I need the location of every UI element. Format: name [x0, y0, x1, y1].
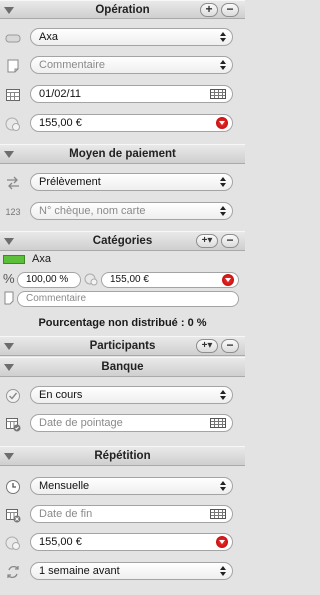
comment-icon	[5, 58, 21, 74]
payee-icon	[5, 30, 21, 46]
operation-header[interactable]: Opération + −	[0, 0, 245, 19]
categories-header[interactable]: Catégories +▾ −	[0, 231, 245, 251]
popup-arrows-icon	[220, 205, 226, 217]
check-date-field[interactable]: Date de pointage	[30, 414, 233, 432]
popup-arrows-icon	[220, 389, 226, 401]
category-amount-icon	[84, 272, 98, 286]
add-participant-menu-button[interactable]: +▾	[196, 339, 218, 353]
reminder-value: 1 semaine avant	[39, 565, 120, 577]
date-picker-icon[interactable]	[210, 418, 226, 428]
popup-arrows-icon	[220, 480, 226, 492]
popup-arrows-icon	[220, 176, 226, 188]
category-comment-placeholder: Commentaire	[26, 293, 87, 304]
date-value: 01/02/11	[39, 88, 82, 100]
amount-icon	[5, 535, 21, 551]
amount-value: 155,00 €	[39, 117, 82, 129]
repeat-amount-value: 155,00 €	[39, 536, 82, 548]
check-number-combo[interactable]: N° chèque, nom carte	[30, 202, 233, 220]
repeat-amount-field[interactable]: 155,00 €	[30, 533, 233, 551]
payment-header[interactable]: Moyen de paiement	[0, 144, 245, 164]
participants-header[interactable]: Participants +▾ −	[0, 336, 245, 356]
comment-placeholder: Commentaire	[39, 59, 106, 71]
number-123-icon: 123	[5, 207, 21, 217]
comment-combo[interactable]: Commentaire	[30, 56, 233, 74]
repeat-frequency-value: Mensuelle	[39, 480, 90, 492]
amount-field[interactable]: 155,00 €	[30, 114, 233, 132]
payment-method-popup[interactable]: Prélèvement	[30, 173, 233, 191]
add-category-menu-button[interactable]: +▾	[196, 234, 218, 248]
date-field[interactable]: 01/02/11	[30, 85, 233, 103]
amount-icon	[5, 116, 21, 132]
remove-participant-button[interactable]: −	[221, 339, 239, 353]
end-date-field[interactable]: Date de fin	[30, 505, 233, 523]
bank-status-popup[interactable]: En cours	[30, 386, 233, 404]
clock-icon	[5, 479, 21, 495]
transfer-arrows-icon	[5, 175, 21, 191]
bank-title: Banque	[101, 361, 144, 373]
popup-arrows-icon	[220, 59, 226, 71]
calendar-cancel-icon	[5, 507, 21, 523]
calendar-check-icon	[5, 416, 21, 432]
calendar-icon	[5, 87, 21, 103]
undistributed-percentage: Pourcentage non distribué : 0 %	[38, 317, 207, 329]
payment-method-value: Prélèvement	[39, 176, 101, 188]
recurrence-icon	[5, 564, 21, 580]
category-percent-value: 100,00 %	[26, 274, 69, 285]
add-operation-button[interactable]: +	[200, 2, 218, 17]
reminder-popup[interactable]: 1 semaine avant	[30, 562, 233, 580]
percent-icon: %	[3, 271, 15, 286]
check-date-placeholder: Date de pointage	[39, 417, 123, 429]
category-item-name: Axa	[32, 253, 51, 265]
category-amount-field[interactable]: 155,00 €	[101, 272, 239, 288]
repeat-frequency-popup[interactable]: Mensuelle	[30, 477, 233, 495]
category-percent-field[interactable]: 100,00 %	[17, 272, 81, 288]
category-amount-value: 155,00 €	[110, 274, 149, 285]
payment-title: Moyen de paiement	[69, 148, 176, 160]
debit-indicator-icon[interactable]	[222, 274, 234, 286]
checkmark-circle-icon	[5, 388, 21, 404]
payee-popup[interactable]: Axa	[30, 28, 233, 46]
payee-value: Axa	[39, 31, 58, 43]
repeat-header[interactable]: Répétition	[0, 446, 245, 466]
repeat-title: Répétition	[94, 450, 151, 462]
remove-category-button[interactable]: −	[221, 234, 239, 248]
end-date-placeholder: Date de fin	[39, 508, 93, 520]
popup-arrows-icon	[220, 31, 226, 43]
comment-icon	[3, 291, 15, 305]
debit-indicator-icon[interactable]	[216, 117, 228, 129]
date-picker-icon[interactable]	[210, 89, 226, 99]
bank-status-value: En cours	[39, 389, 83, 401]
bank-header[interactable]: Banque	[0, 357, 245, 377]
remove-operation-button[interactable]: −	[221, 2, 239, 17]
debit-indicator-icon[interactable]	[216, 536, 228, 548]
check-number-placeholder: N° chèque, nom carte	[39, 205, 146, 217]
category-color-swatch	[3, 255, 25, 264]
popup-arrows-icon	[220, 565, 226, 577]
date-picker-icon[interactable]	[210, 509, 226, 519]
category-item[interactable]: Axa	[0, 253, 245, 267]
category-comment-field[interactable]: Commentaire	[17, 291, 239, 307]
